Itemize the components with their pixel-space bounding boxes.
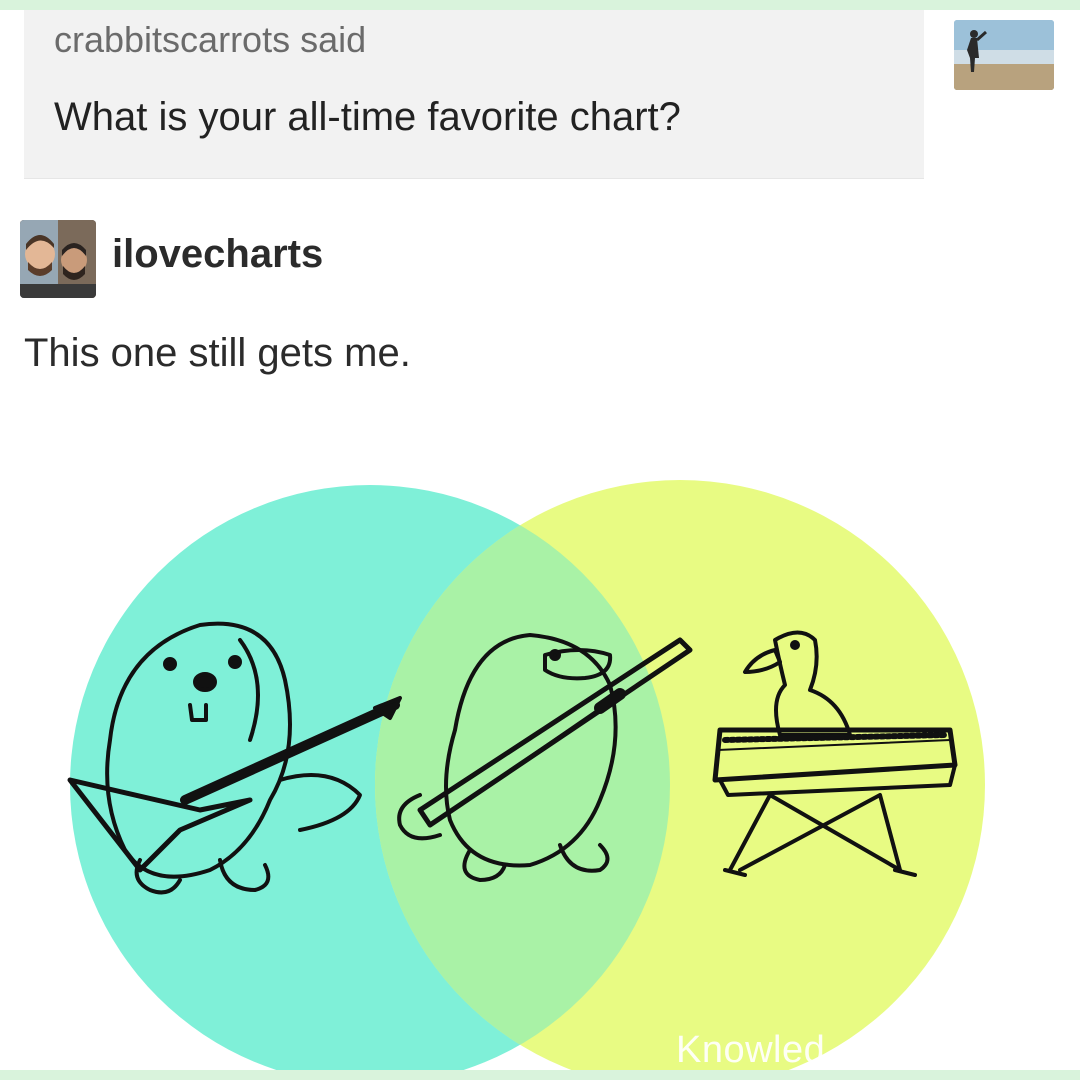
answerer-username[interactable]: ilovecharts	[112, 230, 323, 278]
question-text: What is your all-time favorite chart?	[54, 95, 681, 139]
ask-box: crabbitscarrots said What is your all-ti…	[24, 10, 924, 179]
answerer-avatar[interactable]	[20, 220, 96, 298]
watermark-text: Knowled	[676, 1029, 826, 1070]
answer-text: This one still gets me.	[24, 331, 411, 375]
asker-line: crabbitscarrots said	[54, 19, 367, 60]
two-men-selfie-photo-icon	[20, 220, 96, 298]
asker-avatar[interactable]	[954, 20, 1054, 90]
beach-person-photo-icon	[954, 20, 1054, 90]
venn-diagram	[67, 480, 985, 1070]
post-frame: crabbitscarrots said What is your all-ti…	[0, 10, 1080, 1070]
